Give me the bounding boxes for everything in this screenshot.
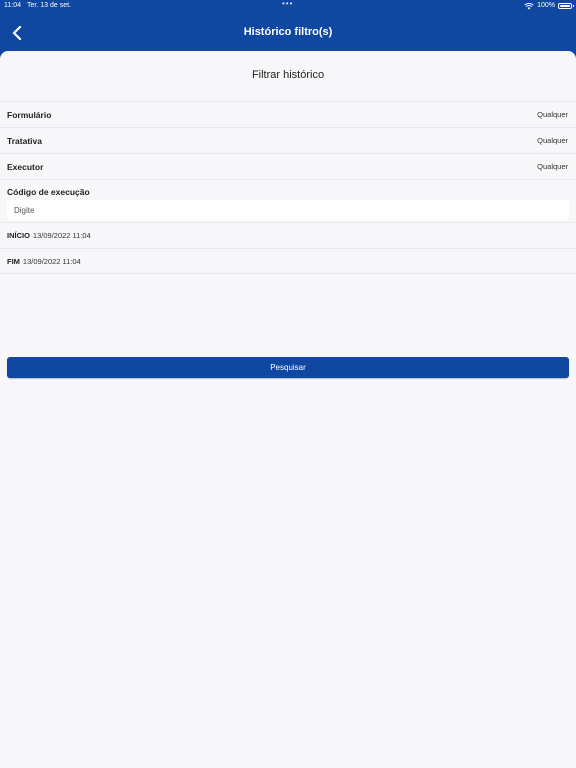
end-date-value: 13/09/2022 11:04 (22, 257, 81, 266)
executor-filter-row[interactable]: Executor Qualquer (0, 153, 576, 179)
wifi-icon (524, 3, 534, 10)
status-time: 11:04 (4, 2, 21, 9)
search-button[interactable]: Pesquisar (7, 357, 569, 378)
form-filter-label: Formulário (7, 110, 52, 120)
filter-title: Filtrar histórico (251, 69, 325, 81)
start-date: INÍCIO 13/09/2022 11:04 (7, 231, 91, 240)
multitasking-dots-icon[interactable]: ••• (282, 0, 293, 10)
battery-icon (558, 3, 574, 9)
execution-code-input[interactable] (7, 200, 569, 220)
executor-filter-label: Executor (7, 162, 44, 172)
start-date-value: 13/09/2022 11:04 (32, 231, 91, 240)
form-filter-value: Qualquer (537, 110, 568, 119)
start-date-label: INÍCIO (7, 231, 30, 240)
executor-filter-value: Qualquer (537, 162, 568, 171)
end-date-row[interactable]: FIM 13/09/2022 11:04 (0, 248, 576, 274)
execution-code-label: Código de execução (7, 187, 90, 197)
status-bar: 11:04 Ter. 13 de set. ••• 100% (0, 0, 576, 12)
treatment-filter-label: Tratativa (7, 136, 42, 146)
treatment-filter-row[interactable]: Tratativa Qualquer (0, 127, 576, 153)
form-filter-row[interactable]: Formulário Qualquer (0, 101, 576, 127)
page-title: Histórico filtro(s) (243, 26, 333, 38)
status-date: Ter. 13 de set. (27, 2, 71, 9)
end-date: FIM 13/09/2022 11:04 (7, 257, 81, 266)
treatment-filter-value: Qualquer (537, 136, 568, 145)
end-date-label: FIM (7, 257, 20, 266)
execution-code-field-group: Código de execução (0, 179, 576, 222)
status-right: 100% (524, 0, 574, 12)
filter-sheet: Filtrar histórico Formulário Qualquer Tr… (0, 51, 576, 768)
battery-percent: 100% (537, 2, 555, 9)
start-date-row[interactable]: INÍCIO 13/09/2022 11:04 (0, 222, 576, 248)
